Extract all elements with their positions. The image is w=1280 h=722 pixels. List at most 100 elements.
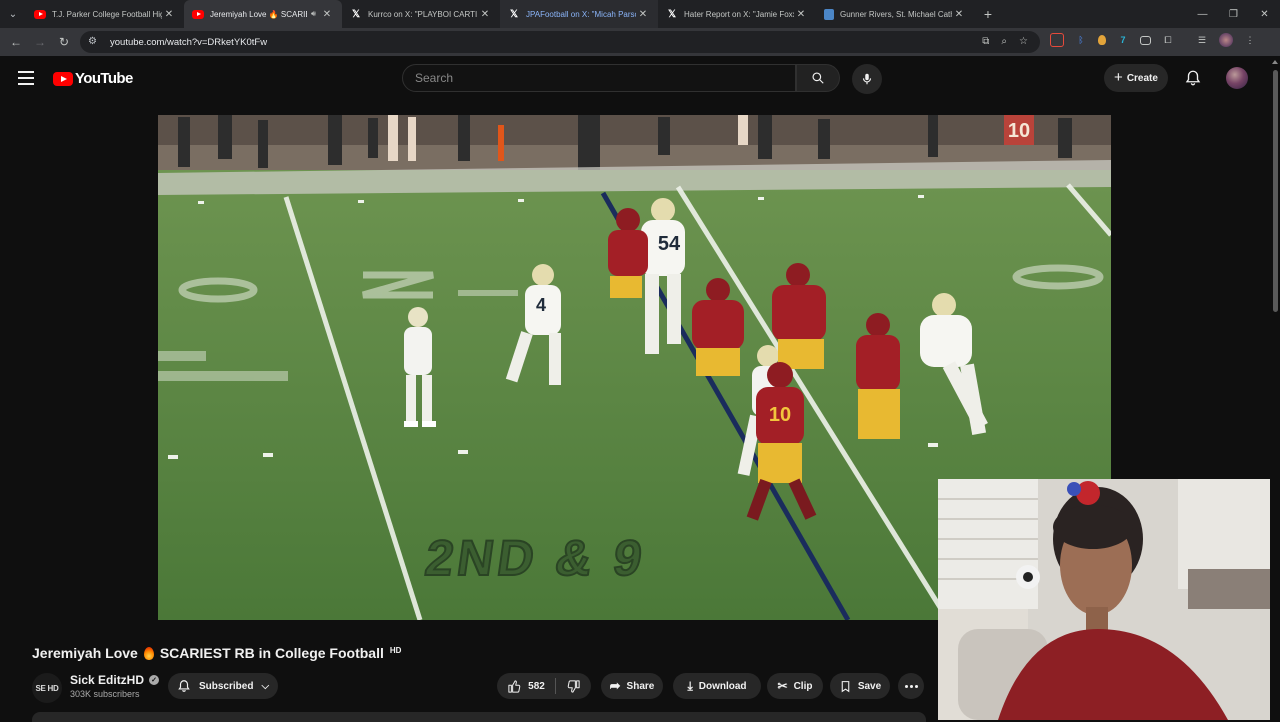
search-input[interactable] bbox=[415, 71, 795, 85]
document-icon bbox=[824, 8, 834, 20]
back-arrow-icon[interactable]: ← bbox=[4, 30, 28, 54]
notifications-bell-icon[interactable] bbox=[1184, 69, 1202, 87]
tab-close-icon[interactable]: ✕ bbox=[794, 9, 808, 20]
more-actions-button[interactable] bbox=[898, 673, 924, 699]
scroll-up-arrow-icon[interactable] bbox=[1272, 60, 1278, 64]
share-button[interactable]: ➦ Share bbox=[601, 673, 663, 699]
youtube-icon bbox=[192, 9, 204, 19]
more-dot-icon bbox=[904, 684, 908, 688]
tab-close-icon[interactable]: ✕ bbox=[636, 9, 650, 20]
like-count[interactable]: 582 bbox=[528, 681, 545, 692]
extension-box-icon[interactable] bbox=[1140, 35, 1151, 45]
browser-tab[interactable]: 𝕏 Hater Report on X: "Jamie Foxx ✕ bbox=[658, 0, 816, 28]
youtube-masthead: YouTube + Create bbox=[0, 56, 1270, 102]
download-label: Download bbox=[698, 680, 747, 692]
x-icon: 𝕏 bbox=[351, 8, 361, 20]
browser-tab[interactable]: Gunner Rivers, St. Michael Cath ✕ bbox=[816, 0, 974, 28]
new-tab-button[interactable]: + bbox=[974, 6, 1002, 22]
youtube-play-icon bbox=[53, 71, 73, 86]
browser-tab-active[interactable]: Jeremiyah Love 🔥 SCARIEST 🔊︎ ✕ bbox=[184, 0, 342, 28]
close-window-icon[interactable]: ✕ bbox=[1249, 0, 1280, 28]
thumbs-up-icon[interactable] bbox=[507, 679, 522, 694]
create-label: Create bbox=[1126, 72, 1158, 84]
x-icon: 𝕏 bbox=[509, 8, 519, 20]
channel-avatar[interactable]: SE HD bbox=[32, 673, 62, 703]
youtube-icon bbox=[34, 9, 46, 19]
tab-search-chevron-icon[interactable]: ⌄ bbox=[0, 0, 26, 28]
tab-title: T.J. Parker College Football Hig bbox=[52, 9, 162, 19]
bookmark-star-icon[interactable]: ☆ bbox=[1019, 36, 1028, 47]
browser-tab[interactable]: 𝕏 JPAFootball on X: "Micah Parso ✕ bbox=[500, 0, 658, 28]
extension-bluetooth-icon[interactable]: ᛒ bbox=[1074, 33, 1088, 47]
webcam-feed bbox=[938, 479, 1270, 720]
more-dot-icon bbox=[909, 684, 913, 688]
tab-close-icon[interactable]: ✕ bbox=[162, 9, 176, 20]
download-icon: ⤓ bbox=[687, 678, 693, 693]
reading-list-icon[interactable]: ☰ bbox=[1195, 33, 1209, 47]
thumbs-down-icon[interactable] bbox=[566, 679, 581, 694]
extension-7tv-icon[interactable]: 7 bbox=[1116, 33, 1130, 47]
tab-close-icon[interactable]: ✕ bbox=[478, 9, 492, 20]
save-label: Save bbox=[857, 680, 882, 692]
omnibox-actions: ⧉ ⌕ ☆ bbox=[982, 36, 1028, 47]
extension-red-icon[interactable] bbox=[1050, 33, 1064, 47]
browser-tab[interactable]: T.J. Parker College Football Hig ✕ bbox=[26, 0, 184, 28]
webcam-overlay bbox=[938, 479, 1270, 720]
page-scrollbar[interactable] bbox=[1270, 56, 1280, 720]
download-button[interactable]: ⤓ Download bbox=[673, 673, 761, 699]
like-dislike-group: 582 bbox=[497, 673, 591, 699]
search-box bbox=[402, 64, 796, 92]
scissors-icon: ✂ bbox=[777, 679, 788, 693]
scoreboard-number: 10 bbox=[1008, 120, 1030, 142]
plus-icon: + bbox=[1114, 69, 1123, 86]
extensions-puzzle-icon[interactable]: ⧠ bbox=[1161, 33, 1175, 47]
hamburger-menu-icon[interactable] bbox=[18, 71, 34, 85]
hd-badge: HD bbox=[389, 645, 402, 655]
zoom-icon[interactable]: ⌕ bbox=[1001, 36, 1007, 47]
address-bar[interactable]: ⚙ youtube.com/watch?v=DRketYK0tFw ⧉ ⌕ ☆ bbox=[80, 31, 1040, 53]
down-and-distance-graphic: 2ND & 9 bbox=[422, 530, 650, 586]
bookmark-icon bbox=[841, 680, 850, 692]
tab-title: JPAFootball on X: "Micah Parso bbox=[526, 9, 636, 19]
forward-arrow-icon[interactable]: → bbox=[28, 30, 52, 54]
minimize-icon[interactable]: — bbox=[1187, 0, 1218, 28]
restore-icon[interactable]: ❐ bbox=[1218, 0, 1249, 28]
verified-check-icon: ✓ bbox=[149, 675, 160, 685]
clip-button[interactable]: ✂ Clip bbox=[767, 673, 823, 699]
description-box[interactable] bbox=[32, 712, 926, 722]
more-dot-icon bbox=[914, 684, 918, 688]
window-controls: — ❐ ✕ bbox=[1187, 0, 1280, 28]
extension-honey-icon[interactable] bbox=[1098, 35, 1106, 45]
browser-tab-strip: ⌄ T.J. Parker College Football Hig ✕ Jer… bbox=[0, 0, 1280, 28]
share-arrow-icon: ➦ bbox=[609, 678, 621, 693]
cast-icon[interactable]: ⧉ bbox=[982, 36, 989, 47]
jersey-number: 10 bbox=[769, 404, 791, 426]
fire-emoji-icon bbox=[143, 646, 154, 660]
browser-tab[interactable]: 𝕏 Kurrco on X: "PLAYBOI CARTI D ✕ bbox=[342, 0, 500, 28]
search-icon bbox=[812, 72, 824, 84]
search-button[interactable] bbox=[796, 64, 840, 92]
subscribed-label: Subscribed bbox=[198, 680, 254, 692]
tab-close-icon[interactable]: ✕ bbox=[320, 9, 334, 20]
tab-title: Gunner Rivers, St. Michael Cath bbox=[840, 9, 952, 19]
profile-avatar-icon[interactable] bbox=[1219, 33, 1233, 47]
x-icon: 𝕏 bbox=[667, 8, 677, 20]
speaker-icon[interactable]: 🔊︎ bbox=[311, 9, 316, 19]
reload-icon[interactable]: ↻ bbox=[52, 30, 76, 54]
youtube-wordmark: YouTube bbox=[75, 70, 133, 87]
save-button[interactable]: Save bbox=[830, 673, 890, 699]
tab-close-icon[interactable]: ✕ bbox=[952, 9, 966, 20]
browser-menu-icon[interactable]: ⋮ bbox=[1243, 33, 1257, 47]
site-info-icon[interactable]: ⚙ bbox=[88, 36, 100, 48]
channel-name[interactable]: Sick EditzHD ✓ bbox=[70, 673, 160, 687]
scrollbar-thumb[interactable] bbox=[1273, 70, 1278, 312]
subscribed-button[interactable]: Subscribed ⌵ bbox=[168, 673, 278, 699]
jersey-number: 54 bbox=[658, 233, 681, 255]
create-button[interactable]: + Create bbox=[1104, 64, 1168, 92]
share-label: Share bbox=[626, 680, 655, 692]
account-avatar[interactable] bbox=[1226, 67, 1248, 89]
divider bbox=[554, 678, 556, 694]
voice-search-button[interactable] bbox=[852, 64, 882, 94]
youtube-logo[interactable]: YouTube bbox=[53, 70, 133, 87]
channel-name-text: Sick EditzHD bbox=[70, 673, 145, 687]
